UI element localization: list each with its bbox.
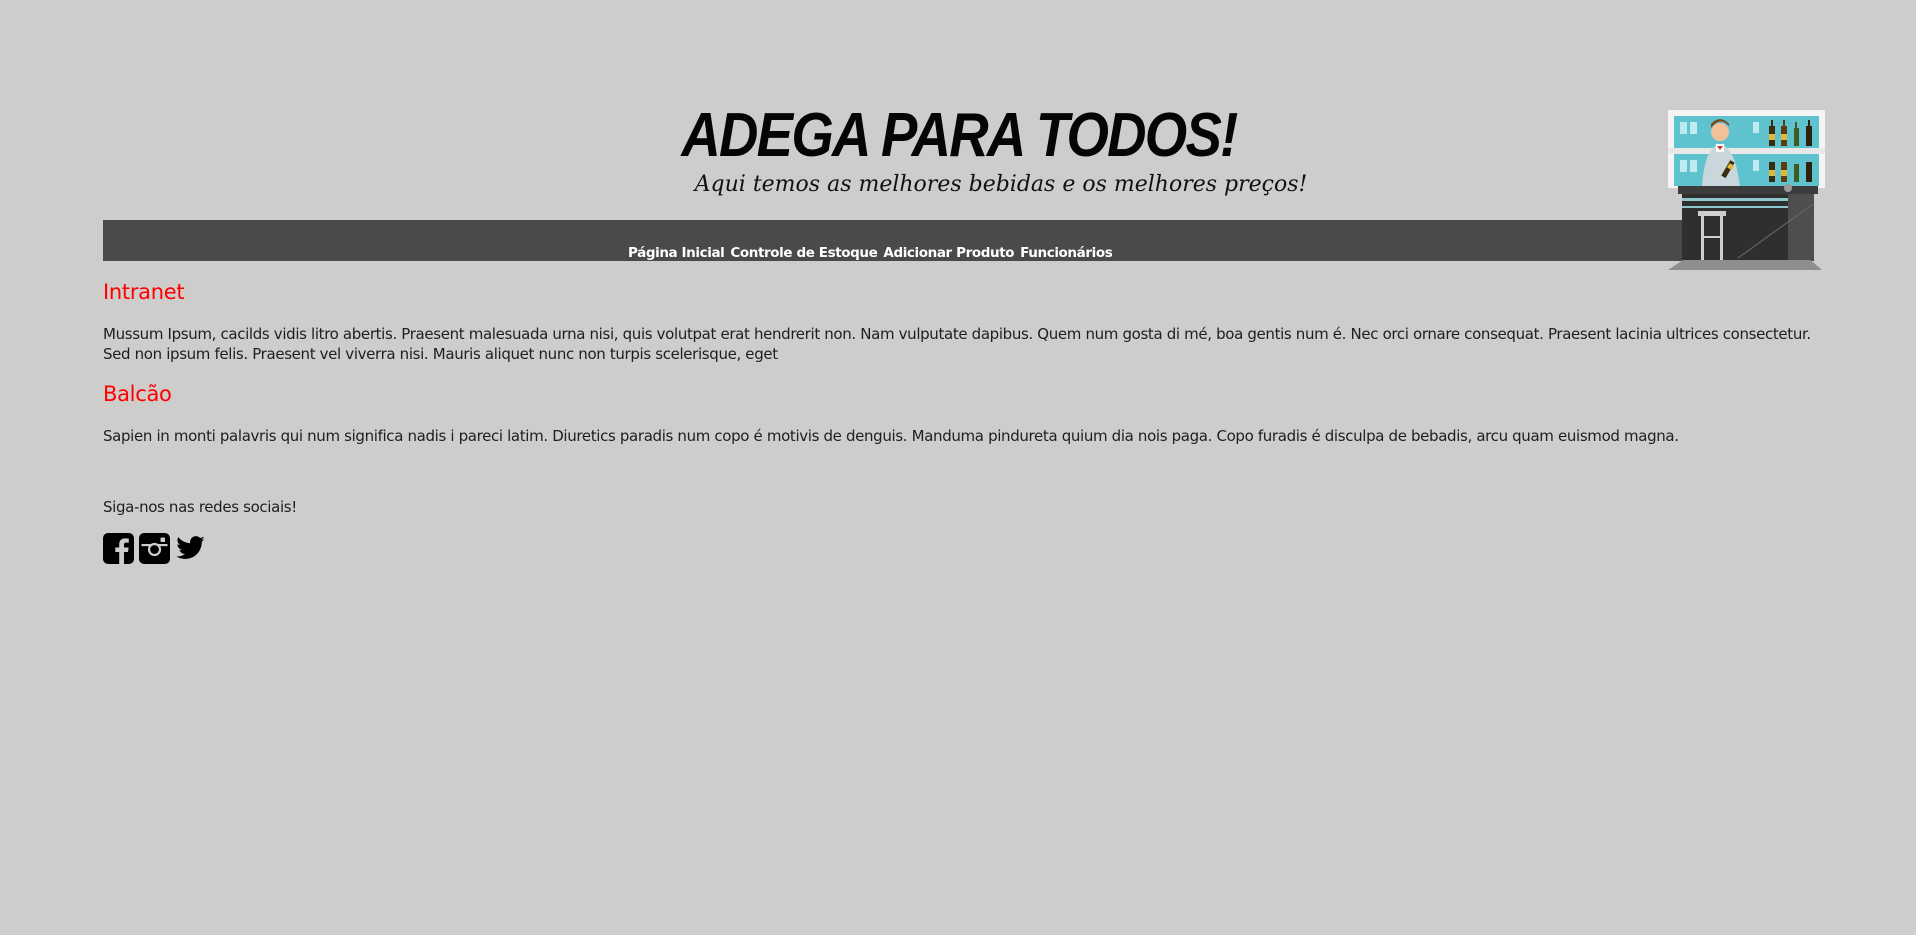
section-text-balcao: Sapien in monti palavris qui num signifi… [103,427,1679,445]
nav-link-add-product[interactable]: Adicionar Produto [883,245,1014,261]
twitter-icon[interactable] [175,533,206,564]
nav-link-inventory[interactable]: Controle de Estoque [730,245,877,261]
main-nav: Página Inicial Controle de Estoque Adici… [103,220,1814,261]
section-text-intranet: Mussum Ipsum, cacilds vidis litro aberti… [103,325,1811,363]
facebook-icon[interactable] [103,533,134,564]
section-heading-intranet: Intranet [103,280,185,304]
nav-list: Página Inicial Controle de Estoque Adici… [628,242,1113,261]
social-prompt: Siga-nos nas redes sociais! [103,498,297,516]
nav-item-employees: Funcionários [1020,242,1113,261]
social-icons [103,533,206,564]
nav-link-employees[interactable]: Funcionários [1020,245,1113,261]
nav-item-inventory: Controle de Estoque [730,242,877,261]
nav-item-home: Página Inicial [628,242,725,261]
site-title: ADEGA PARA TODOS! [681,101,1238,170]
bartender-illustration [1668,110,1825,270]
nav-link-home[interactable]: Página Inicial [628,245,725,261]
instagram-icon[interactable] [139,533,170,564]
nav-item-add-product: Adicionar Produto [883,242,1014,261]
site-header: ADEGA PARA TODOS! Aqui temos as melhores… [0,0,1916,270]
section-heading-balcao: Balcão [103,382,172,406]
page: ADEGA PARA TODOS! Aqui temos as melhores… [0,0,1916,935]
footer: Siga-nos nas redes sociais! [103,498,297,564]
site-subtitle: Aqui temos as melhores bebidas e os melh… [694,172,1308,197]
